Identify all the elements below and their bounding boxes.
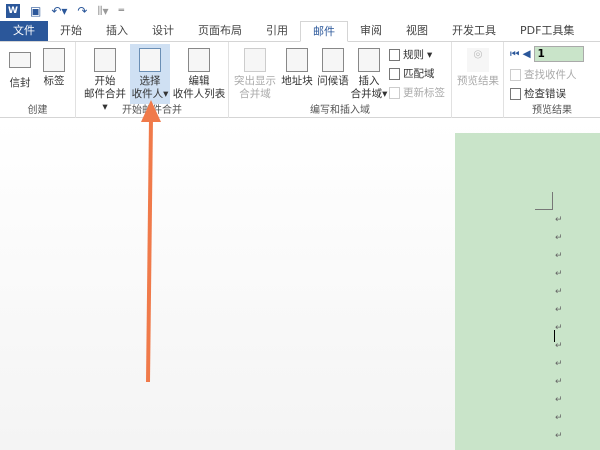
annotation-arrow (141, 100, 161, 383)
